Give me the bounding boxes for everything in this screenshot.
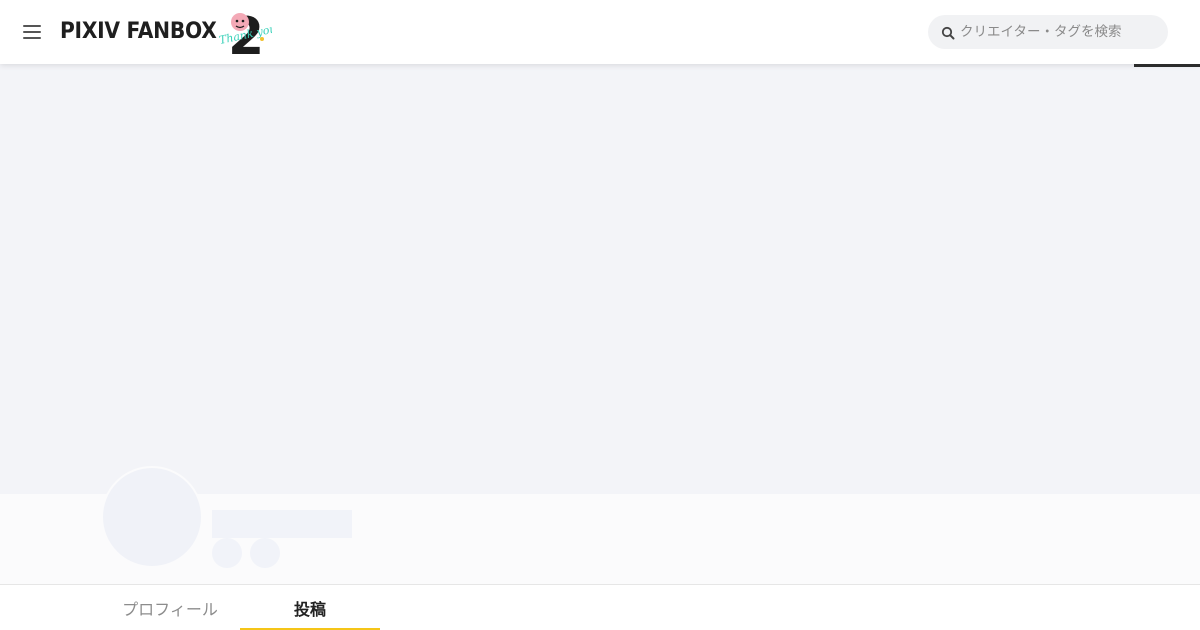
fanbox-logo[interactable]: PIXIV FANBOX [60, 18, 217, 46]
hamburger-menu-icon[interactable] [20, 20, 44, 44]
top-header: PIXIV FANBOX 2 Thank you [0, 0, 1200, 64]
search-bar[interactable] [928, 15, 1168, 49]
creator-avatar-placeholder [101, 466, 203, 568]
social-link-placeholder [212, 538, 242, 568]
social-link-placeholder [250, 538, 280, 568]
creator-name-placeholder [212, 510, 352, 538]
loading-progress-bar [1134, 64, 1200, 67]
search-input[interactable] [960, 15, 1160, 49]
cover-image-placeholder [0, 64, 1200, 494]
profile-tabs: プロフィール 投稿 [100, 585, 380, 630]
tab-posts[interactable]: 投稿 [240, 585, 380, 630]
search-icon [941, 26, 955, 40]
tab-profile[interactable]: プロフィール [100, 585, 240, 630]
anniversary-2nd-badge-icon[interactable]: 2 Thank you [218, 6, 272, 58]
